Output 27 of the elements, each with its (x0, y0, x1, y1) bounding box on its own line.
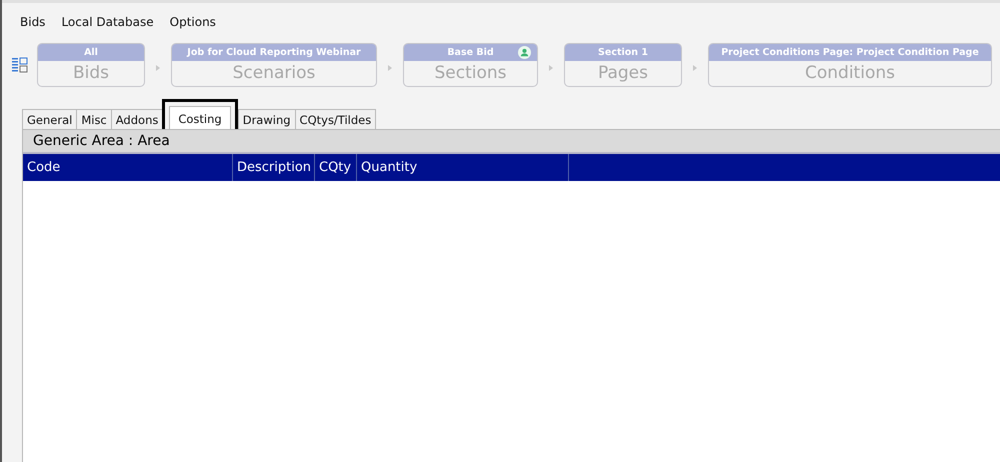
breadcrumb-label: Conditions (805, 63, 895, 83)
column-header[interactable]: Quantity (357, 154, 569, 181)
menu-item[interactable]: Local Database (53, 15, 162, 35)
tab[interactable]: Drawing (238, 109, 296, 129)
breadcrumb-label: Sections (434, 63, 507, 83)
breadcrumb-title: Base Bid (447, 47, 494, 58)
breadcrumb-title: All (84, 47, 98, 58)
menu-item[interactable]: Options (162, 15, 224, 35)
column-header[interactable]: CQty (315, 154, 357, 181)
breadcrumb-label: Bids (72, 63, 110, 83)
grid-list-icon[interactable] (12, 57, 28, 73)
column-header[interactable]: Description (233, 154, 315, 181)
chevron-icon (156, 64, 160, 70)
breadcrumb-title: Job for Cloud Reporting Webinar (187, 47, 361, 58)
tab[interactable]: Costing (169, 106, 231, 129)
breadcrumb-label: Scenarios (232, 63, 316, 83)
breadcrumb-label: Pages (598, 63, 648, 83)
menu-item[interactable]: Bids (12, 15, 54, 35)
panel-title: Generic Area : Area (33, 133, 170, 149)
chevron-icon (549, 64, 553, 70)
chevron-icon (388, 64, 392, 70)
breadcrumb-title: Project Conditions Page: Project Condition Page (721, 47, 979, 58)
breadcrumb-title: Section 1 (598, 47, 648, 58)
tab[interactable]: General (22, 109, 78, 129)
chevron-icon (693, 64, 697, 70)
tab[interactable]: CQtys/Tildes (294, 109, 376, 129)
column-header[interactable]: Code (23, 154, 233, 181)
